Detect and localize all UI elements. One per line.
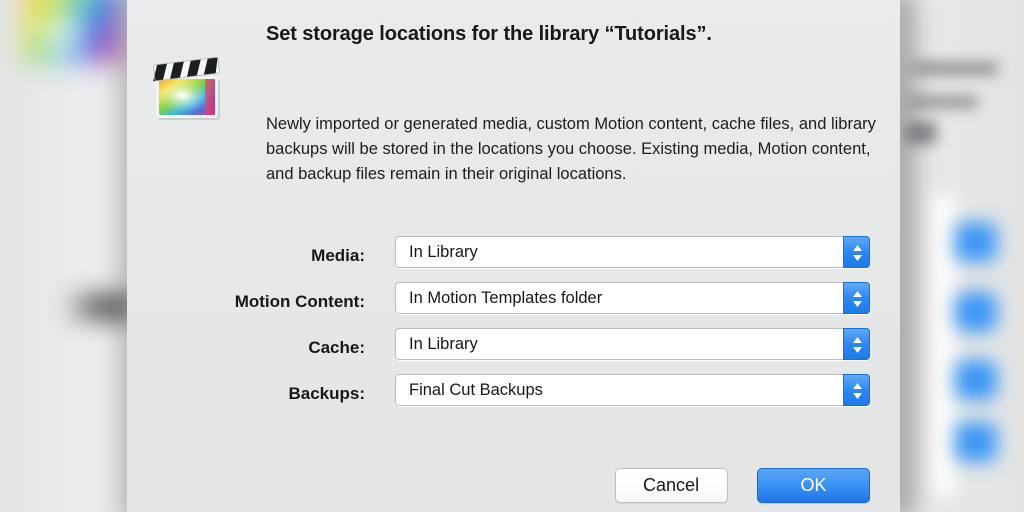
blurred-text-line [912, 62, 998, 75]
blurred-rainbow-icon [24, 0, 122, 62]
backups-popup-stepper-icon[interactable] [843, 374, 870, 406]
blurred-text-line [908, 96, 978, 108]
motion-content-popup-stepper-icon[interactable] [843, 282, 870, 314]
media-popup-button[interactable]: In Library [395, 236, 870, 268]
dialog-description: Newly imported or generated media, custo… [266, 115, 876, 183]
blurred-toolbar-bar [62, 292, 136, 322]
storage-locations-form: Media: In Library Motion Content: In Mot… [127, 236, 900, 420]
blurred-stepper [955, 360, 997, 400]
cache-popup-button[interactable]: In Library [395, 328, 870, 360]
blurred-panel-edge [900, 0, 930, 512]
backups-popup-value: Final Cut Backups [409, 381, 543, 399]
motion-content-popup-value: In Motion Templates folder [409, 289, 603, 307]
cache-label: Cache: [308, 338, 365, 357]
form-row-motion-content: Motion Content: In Motion Templates fold… [127, 282, 900, 328]
ok-button[interactable]: OK [757, 468, 870, 503]
cache-popup-stepper-icon[interactable] [843, 328, 870, 360]
backups-label: Backups: [288, 384, 365, 403]
motion-content-label: Motion Content: [234, 292, 365, 311]
blurred-field-column [930, 195, 956, 495]
cancel-button[interactable]: Cancel [614, 468, 728, 503]
media-label: Media: [311, 246, 365, 265]
backups-popup-button[interactable]: Final Cut Backups [395, 374, 870, 406]
media-popup-value: In Library [409, 243, 478, 261]
dialog-button-bar: Cancel OK [614, 468, 870, 503]
blurred-stepper [955, 292, 997, 332]
form-row-cache: Cache: In Library [127, 328, 900, 374]
final-cut-pro-clapperboard-icon [152, 56, 220, 120]
screenshot-root: Set storage locations for the library “T… [0, 0, 1024, 512]
storage-locations-dialog: Set storage locations for the library “T… [127, 0, 900, 512]
blurred-text-line [906, 122, 936, 144]
blurred-stepper [955, 222, 997, 262]
motion-content-popup-button[interactable]: In Motion Templates folder [395, 282, 870, 314]
form-row-backups: Backups: Final Cut Backups [127, 374, 900, 420]
form-row-media: Media: In Library [127, 236, 900, 282]
blurred-stepper [955, 422, 997, 462]
media-popup-stepper-icon[interactable] [843, 236, 870, 268]
dialog-title: Set storage locations for the library “T… [266, 23, 712, 45]
cache-popup-value: In Library [409, 335, 478, 353]
